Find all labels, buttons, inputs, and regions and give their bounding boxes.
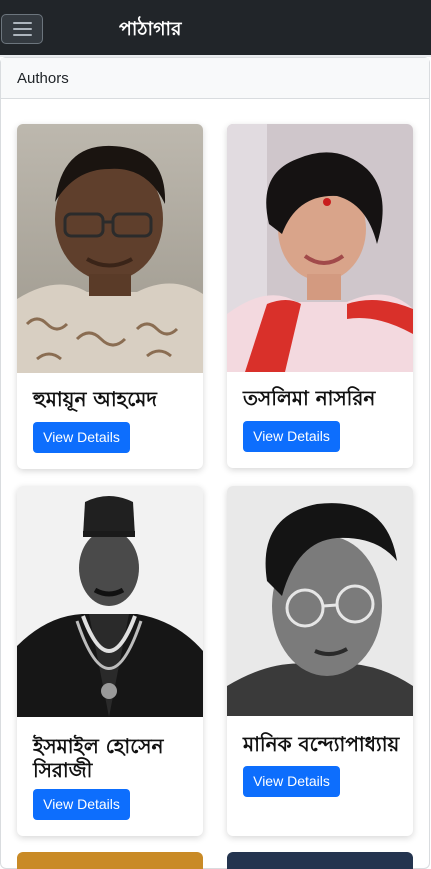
author-card: মানিক বন্দ্যোপাধ্যায় View Details — [227, 486, 413, 836]
menu-toggle-button[interactable] — [1, 14, 43, 44]
view-details-button[interactable]: View Details — [33, 789, 130, 820]
author-photo[interactable] — [17, 486, 203, 717]
view-details-button[interactable]: View Details — [33, 422, 130, 453]
view-details-button[interactable]: View Details — [243, 421, 340, 452]
author-photo[interactable] — [17, 124, 203, 373]
author-card-partial[interactable] — [17, 852, 203, 869]
site-brand[interactable]: পাঠাগার — [119, 14, 182, 44]
author-name: ইসমাইল হোসেন সিরাজী — [33, 734, 164, 782]
author-photo[interactable] — [227, 124, 413, 372]
author-card: হুমায়ূন আহমেদ View Details — [17, 124, 203, 469]
author-card: ইসমাইল হোসেন সিরাজী View Details — [17, 486, 203, 836]
authors-heading: Authors — [1, 58, 429, 99]
author-card: তসলিমা নাসরিন View Details — [227, 124, 413, 468]
author-card-partial[interactable] — [227, 852, 413, 869]
top-navbar: পাঠাগার — [0, 0, 431, 57]
authors-panel: Authors হুমায়ূন আহমেদ View Details তসলি… — [0, 57, 430, 869]
author-photo[interactable] — [227, 486, 413, 716]
hamburger-menu-icon — [12, 22, 32, 24]
author-name: হুমায়ূন আহমেদ — [33, 387, 157, 411]
view-details-button[interactable]: View Details — [243, 766, 340, 797]
author-name: তসলিমা নাসরিন — [243, 386, 376, 410]
author-name: মানিক বন্দ্যোপাধ্যায় — [243, 732, 400, 756]
